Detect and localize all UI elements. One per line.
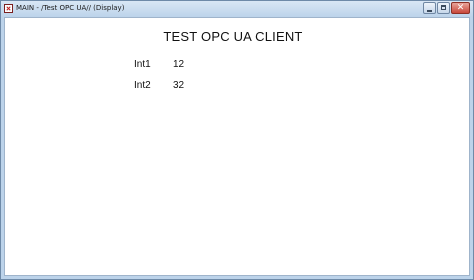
close-icon: ✕ bbox=[456, 3, 465, 13]
display-area: TEST OPC UA CLIENT Int1 12 Int2 32 bbox=[4, 17, 470, 276]
app-icon[interactable] bbox=[4, 4, 13, 13]
variable-value-int2: 32 bbox=[173, 80, 185, 91]
minimize-icon bbox=[427, 10, 432, 12]
variable-label-int1: Int1 bbox=[134, 59, 151, 70]
window-title: MAIN - /Test OPC UA// (Display) bbox=[16, 4, 125, 12]
maximize-icon bbox=[441, 5, 446, 10]
variable-label-int2: Int2 bbox=[134, 80, 151, 91]
minimize-button[interactable] bbox=[423, 2, 436, 14]
title-bar[interactable]: MAIN - /Test OPC UA// (Display) ✕ bbox=[1, 1, 473, 17]
variable-value-int1: 12 bbox=[173, 59, 185, 70]
app-window: MAIN - /Test OPC UA// (Display) ✕ TEST O… bbox=[0, 0, 474, 280]
close-button[interactable]: ✕ bbox=[451, 2, 470, 14]
caption-buttons: ✕ bbox=[422, 2, 470, 14]
maximize-button[interactable] bbox=[437, 2, 450, 14]
page-title: TEST OPC UA CLIENT bbox=[163, 29, 303, 44]
